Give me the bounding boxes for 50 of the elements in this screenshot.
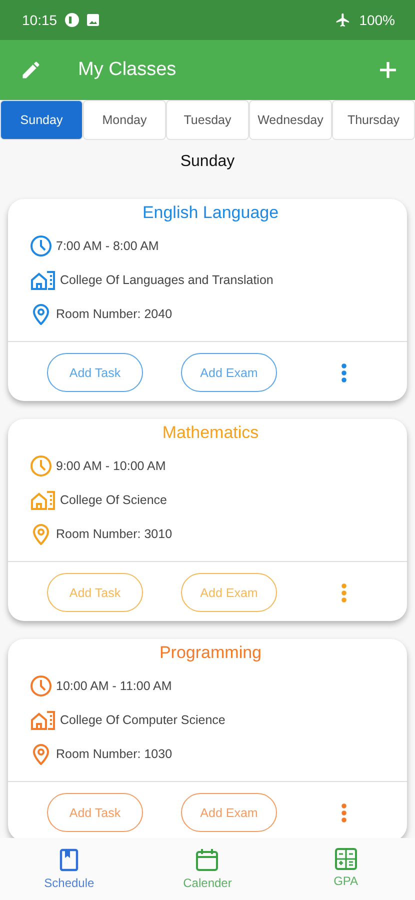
room-number: Room Number: 3010 [56,527,172,541]
clock-time: 10:15 [22,12,58,28]
location-pin-icon [30,303,52,325]
college-name: College Of Science [60,493,168,507]
building-icon [30,270,56,290]
day-tab[interactable]: Monday [83,100,166,140]
action-button[interactable]: Add Exam [181,793,277,832]
action-button[interactable]: Add Task [47,793,143,832]
add-icon[interactable] [379,61,397,79]
day-heading: Sunday [180,153,235,171]
calendar-icon [195,848,220,872]
building-icon [30,710,56,730]
nav-tab[interactable]: GPA [276,838,415,900]
class-time: 7:00 AM - 8:00 AM [56,239,159,253]
location-pin-icon [30,523,52,545]
day-tab[interactable]: Wednesday [249,100,332,140]
app-badge-icon [65,13,80,27]
action-button[interactable]: Add Exam [181,353,277,392]
calculator-icon [334,848,357,870]
day-tab[interactable]: Sunday [0,100,83,140]
more-icon[interactable] [341,802,347,822]
room-number: Room Number: 1030 [56,747,172,761]
class-name: English Language [141,203,280,223]
image-icon [87,14,100,26]
college-name: College Of Languages and Translation [60,273,274,287]
location-pin-icon [30,743,52,765]
clock-icon [30,235,52,257]
more-icon[interactable] [341,582,347,602]
room-number: Room Number: 2040 [56,307,172,321]
action-button[interactable]: Add Exam [181,573,277,612]
building-icon [30,490,56,510]
class-time: 10:00 AM - 11:00 AM [56,679,172,693]
action-button[interactable]: Add Task [47,573,143,612]
class-time: 9:00 AM - 10:00 AM [56,459,166,473]
class-name: Programming [158,643,263,663]
clock-icon [30,455,52,477]
nav-tab[interactable]: Calender [138,838,277,900]
day-tab[interactable]: Tuesday [166,100,249,140]
screen-title: My Classes [78,59,178,81]
action-button[interactable]: Add Task [47,353,143,392]
airplane-icon [335,12,352,28]
college-name: College Of Computer Science [60,713,226,727]
pencil-icon[interactable] [20,59,42,81]
class-name: Mathematics [161,423,260,443]
battery-level: 100% [359,12,395,28]
more-icon[interactable] [341,362,347,382]
clock-icon [30,675,52,697]
nav-tab[interactable]: Schedule [0,838,138,900]
book-icon [59,848,80,872]
day-tab[interactable]: Thursday [332,100,415,140]
